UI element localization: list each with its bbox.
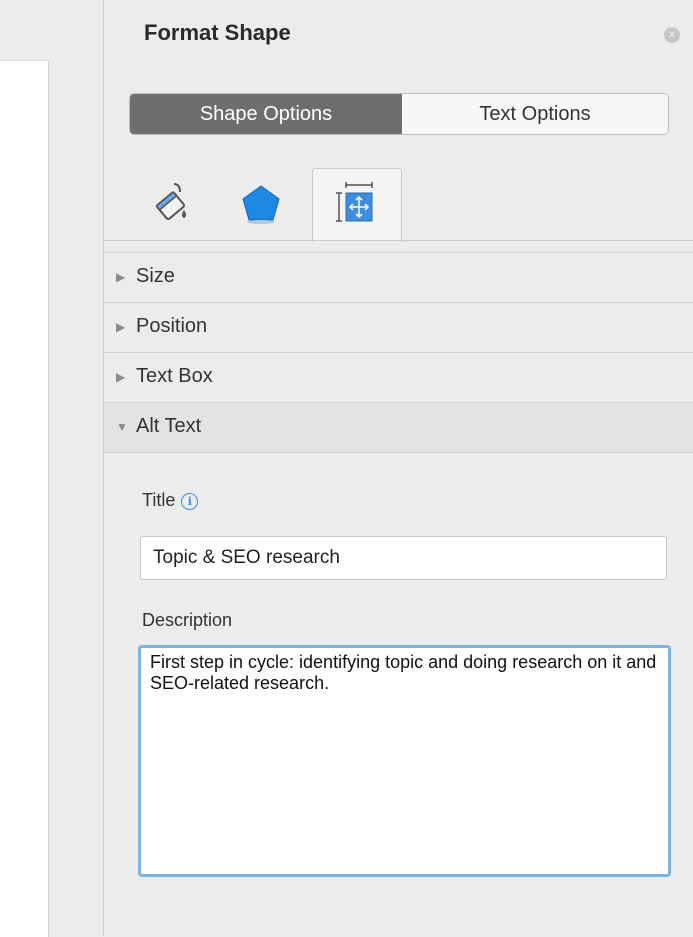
paint-bucket-icon [155,183,186,221]
title-label-text: Title [142,490,176,510]
format-shape-pane: Format Shape × Shape Options Text Option… [104,0,693,936]
section-text-box[interactable]: ▶ Text Box [104,352,693,402]
section-alt-text[interactable]: ▼ Alt Text [104,402,693,453]
shape-options-icon-tabs [104,168,693,242]
alt-text-panel: Titlei Description First step in cycle: … [104,454,693,936]
disclosure-triangle-icon: ▶ [116,370,126,384]
section-label: Alt Text [136,415,202,437]
section-label: Size [136,265,175,287]
tab-text-options[interactable]: Text Options [402,94,668,134]
info-icon[interactable]: i [181,493,199,510]
section-label: Text Box [136,365,213,387]
tab-shape-options[interactable]: Shape Options [130,94,402,134]
title-input[interactable] [140,536,667,580]
pane-title: Format Shape [144,20,291,45]
disclosure-triangle-icon: ▶ [116,320,126,334]
close-pane-button[interactable]: × [664,27,680,43]
disclosure-triangle-icon: ▼ [116,420,128,434]
section-size[interactable]: ▶ Size [104,252,693,302]
document-page-edge [0,60,49,937]
tab-size-properties[interactable] [312,168,402,242]
section-position[interactable]: ▶ Position [104,302,693,352]
tabs-divider [104,240,693,241]
tab-fill-line[interactable] [140,168,210,240]
options-segmented-control: Shape Options Text Options [129,93,669,135]
property-sections: ▶ Size ▶ Position ▶ Text Box ▼ Alt Text [104,252,693,453]
size-properties-icon [336,182,373,222]
document-area [0,0,104,937]
disclosure-triangle-icon: ▶ [116,270,126,284]
pentagon-icon [242,185,280,224]
tab-effects[interactable] [226,168,296,240]
close-icon: × [668,29,676,41]
description-label: Description [142,610,233,630]
description-textarea[interactable]: First step in cycle: identifying topic a… [138,645,671,877]
title-label: Title i [142,490,199,511]
section-label: Position [136,315,208,337]
